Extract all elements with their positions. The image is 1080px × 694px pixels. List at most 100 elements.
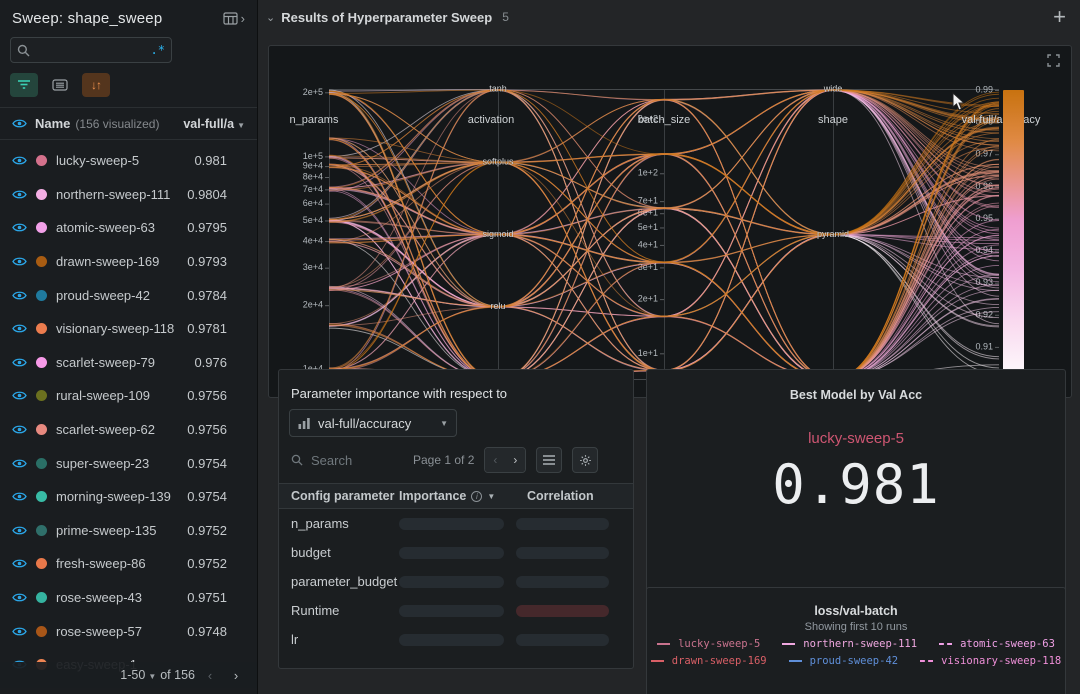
metric-column-header[interactable]: val-full/a▼ [183, 117, 245, 131]
run-row[interactable]: lucky-sweep-5 0.981 [0, 144, 257, 178]
run-row[interactable]: drawn-sweep-169 0.9793 [0, 245, 257, 279]
row-height-button[interactable] [536, 447, 562, 473]
run-color-dot [36, 491, 47, 502]
legend-item[interactable]: proud-sweep-42 [789, 655, 899, 667]
importance-title: Parameter importance with respect to [291, 386, 633, 401]
visibility-eye-icon[interactable] [12, 626, 27, 637]
legend-item[interactable]: lucky-sweep-5 [657, 638, 760, 650]
run-row[interactable]: rose-sweep-43 0.9751 [0, 581, 257, 615]
collapse-section-icon[interactable]: ⌄ [266, 11, 275, 24]
next-page-button[interactable]: › [505, 448, 525, 472]
prev-page-button[interactable]: ‹ [485, 448, 505, 472]
visibility-eye-icon[interactable] [12, 118, 27, 129]
run-name[interactable]: drawn-sweep-169 [56, 254, 159, 269]
importance-search-input[interactable] [311, 453, 395, 468]
visibility-eye-icon[interactable] [12, 424, 27, 435]
run-name[interactable]: atomic-sweep-63 [56, 220, 155, 235]
settings-button[interactable] [572, 447, 598, 473]
run-metric-value: 0.9752 [187, 523, 245, 538]
fullscreen-icon[interactable] [1047, 54, 1060, 67]
visibility-eye-icon[interactable] [12, 323, 27, 334]
run-color-dot [36, 256, 47, 267]
importance-row[interactable]: n_params [279, 509, 633, 538]
sort-button[interactable]: ↓↑ [82, 73, 110, 97]
run-row[interactable]: proud-sweep-42 0.9784 [0, 278, 257, 312]
visibility-eye-icon[interactable] [12, 390, 27, 401]
run-name[interactable]: rose-sweep-43 [56, 590, 142, 605]
legend-item[interactable]: atomic-sweep-63 [939, 638, 1055, 650]
visibility-eye-icon[interactable] [12, 189, 27, 200]
visibility-eye-icon[interactable] [12, 491, 27, 502]
best-model-run-name[interactable]: lucky-sweep-5 [647, 430, 1065, 447]
run-row[interactable]: rural-sweep-109 0.9756 [0, 379, 257, 413]
legend-line-swatch [657, 643, 670, 645]
visibility-eye-icon[interactable] [12, 222, 27, 233]
table-view-icon[interactable] [223, 12, 239, 26]
legend-item[interactable]: visionary-sweep-118 [920, 655, 1061, 667]
visibility-eye-icon[interactable] [12, 592, 27, 603]
run-row[interactable]: scarlet-sweep-79 0.976 [0, 346, 257, 380]
run-search-input[interactable] [30, 43, 151, 57]
importance-row[interactable]: lr [279, 625, 633, 654]
importance-search-box[interactable] [291, 453, 409, 468]
visibility-eye-icon[interactable] [12, 458, 27, 469]
importance-row[interactable]: parameter_budget [279, 567, 633, 596]
run-name[interactable]: prime-sweep-135 [56, 523, 156, 538]
run-row[interactable]: atomic-sweep-63 0.9795 [0, 211, 257, 245]
run-row[interactable]: morning-sweep-139 0.9754 [0, 480, 257, 514]
next-page-button[interactable]: › [225, 668, 247, 683]
visibility-eye-icon[interactable] [12, 290, 27, 301]
axis-title-activation: activation [468, 114, 514, 126]
collapse-sidebar-icon[interactable]: › [241, 11, 245, 26]
search-icon [291, 454, 303, 466]
run-name[interactable]: rose-sweep-57 [56, 624, 142, 639]
importance-header[interactable]: Importance i ▼ [399, 489, 515, 503]
run-name[interactable]: scarlet-sweep-79 [56, 355, 155, 370]
prev-page-button[interactable]: ‹ [199, 668, 221, 683]
page-range[interactable]: 1-50▼ [120, 668, 156, 682]
importance-bar [399, 518, 504, 530]
run-row[interactable]: scarlet-sweep-62 0.9756 [0, 413, 257, 447]
run-row[interactable]: fresh-sweep-86 0.9752 [0, 547, 257, 581]
legend-run-name: visionary-sweep-118 [941, 655, 1061, 667]
loss-panel-subtitle: Showing first 10 runs [647, 621, 1065, 633]
add-panel-button[interactable]: + [1053, 9, 1066, 25]
visibility-eye-icon[interactable] [12, 558, 27, 569]
run-row[interactable]: northern-sweep-111 0.9804 [0, 178, 257, 212]
filter-button[interactable] [10, 73, 38, 97]
run-name[interactable]: proud-sweep-42 [56, 288, 150, 303]
run-row[interactable]: rose-sweep-57 0.9748 [0, 614, 257, 648]
visibility-eye-icon[interactable] [12, 525, 27, 536]
run-row[interactable]: prime-sweep-135 0.9752 [0, 514, 257, 548]
visibility-eye-icon[interactable] [12, 256, 27, 267]
parallel-coordinates-chart[interactable] [269, 46, 1072, 398]
legend-run-name: drawn-sweep-169 [672, 655, 767, 667]
run-name[interactable]: fresh-sweep-86 [56, 556, 146, 571]
visibility-eye-icon[interactable] [12, 155, 27, 166]
run-search-box[interactable]: .* [10, 37, 172, 63]
legend-run-name: atomic-sweep-63 [960, 638, 1055, 650]
run-name[interactable]: scarlet-sweep-62 [56, 422, 155, 437]
run-name[interactable]: visionary-sweep-118 [56, 321, 174, 336]
parameter-name: parameter_budget [279, 574, 399, 589]
run-row[interactable]: visionary-sweep-118 0.9781 [0, 312, 257, 346]
run-name[interactable]: lucky-sweep-5 [56, 153, 139, 168]
regex-toggle[interactable]: .* [151, 43, 165, 57]
run-name[interactable]: super-sweep-23 [56, 456, 149, 471]
metric-dropdown[interactable]: val-full/accuracy ▼ [289, 409, 457, 437]
legend-item[interactable]: drawn-sweep-169 [651, 655, 767, 667]
axis-title-val-full/accuracy: val-full/accuracy [962, 114, 1041, 126]
correlation-bar [516, 547, 609, 559]
run-name[interactable]: morning-sweep-139 [56, 489, 171, 504]
visibility-eye-icon[interactable] [12, 357, 27, 368]
metric-dropdown-value: val-full/accuracy [318, 416, 411, 431]
importance-row[interactable]: budget [279, 538, 633, 567]
run-name[interactable]: northern-sweep-111 [56, 187, 170, 202]
run-row[interactable]: super-sweep-23 0.9754 [0, 446, 257, 480]
group-button[interactable] [46, 73, 74, 97]
legend-item[interactable]: northern-sweep-111 [782, 638, 917, 650]
sort-desc-icon: ▼ [487, 492, 495, 501]
importance-row[interactable]: Runtime [279, 596, 633, 625]
parameter-name: Runtime [279, 603, 399, 618]
run-name[interactable]: rural-sweep-109 [56, 388, 150, 403]
